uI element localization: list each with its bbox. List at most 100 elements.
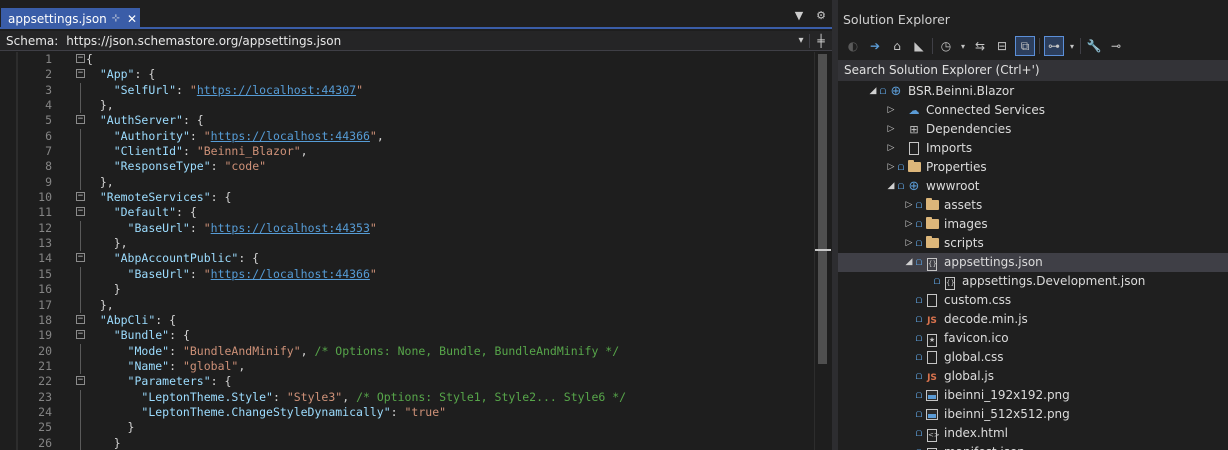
code-line[interactable]: 3 "SelfUrl": "https://localhost:44307"	[0, 82, 812, 99]
expanded-arrow-icon[interactable]: ◢	[868, 82, 878, 101]
tree-item-favicon-ico[interactable]: ᗝ ★ favicon.ico	[838, 329, 1228, 348]
schema-dropdown-icon[interactable]: ▾	[793, 35, 809, 46]
fold-toggle-icon[interactable]: −	[76, 330, 85, 340]
tree-item-wwwroot[interactable]: ◢ ᗝ ⊕ wwwroot	[838, 177, 1228, 196]
dropdown-icon[interactable]: ▾	[959, 37, 967, 55]
expanded-arrow-icon[interactable]: ◢	[886, 177, 896, 196]
code-line[interactable]: 23 "LeptonTheme.Style": "Style3", /* Opt…	[0, 389, 812, 405]
code-line[interactable]: 15 "BaseUrl": "https://localhost:44366"	[0, 266, 812, 283]
tree-item-label: Dependencies	[926, 122, 1012, 136]
collapsed-arrow-icon[interactable]: ▷	[886, 120, 896, 139]
code-line[interactable]: 2 − "App": {	[0, 67, 812, 82]
show-all-files-icon[interactable]: ⧉	[1015, 36, 1035, 56]
split-editor-icon[interactable]: ╪	[809, 33, 832, 48]
tree-item-connected-services[interactable]: ▷ ☁ Connected Services	[838, 101, 1228, 120]
tree-item-ibeinni-512x512-png[interactable]: ᗝ ibeinni_512x512.png	[838, 405, 1228, 424]
tree-item-imports[interactable]: ▷ Imports	[838, 139, 1228, 158]
line-number: 11	[38, 205, 52, 220]
code-line[interactable]: 22 − "Parameters": {	[0, 374, 812, 389]
tree-item-appsettings-json[interactable]: ◢ ᗝ{} appsettings.json	[838, 253, 1228, 272]
tree-item-assets[interactable]: ▷ ᗝ assets	[838, 196, 1228, 215]
back-icon[interactable]: ◐	[844, 37, 862, 55]
code-line[interactable]: 21 "Name": "global",	[0, 358, 812, 375]
properties-icon	[906, 158, 922, 177]
code-line[interactable]: 14 − "AbpAccountPublic": {	[0, 251, 812, 266]
fold-toggle-icon[interactable]: −	[76, 376, 85, 386]
fold-toggle-icon[interactable]: −	[76, 54, 85, 63]
collapsed-arrow-icon[interactable]: ▷	[886, 139, 896, 158]
code-line[interactable]: 20 "Mode": "BundleAndMinify", /* Options…	[0, 343, 812, 359]
scrollbar-thumb[interactable]	[818, 54, 827, 364]
tree-item-label: wwwroot	[926, 179, 980, 193]
tree-view-icon[interactable]: ⊶	[1044, 36, 1064, 56]
pin-icon[interactable]: ⊹	[108, 13, 124, 24]
code-line[interactable]: 9 },	[0, 174, 812, 191]
collapsed-arrow-icon[interactable]: ▷	[904, 234, 914, 253]
collapsed-arrow-icon[interactable]: ▷	[886, 158, 896, 177]
vs-icon[interactable]: ◣	[910, 37, 928, 55]
collapsed-arrow-icon[interactable]: ▷	[904, 215, 914, 234]
collapse-all-icon[interactable]: ⊟	[993, 37, 1011, 55]
schema-url-field[interactable]: https://json.schemastore.org/appsettings…	[58, 34, 793, 48]
code-line[interactable]: 4 },	[0, 98, 812, 114]
code-line[interactable]: 13 },	[0, 236, 812, 252]
code-line[interactable]: 12 "BaseUrl": "https://localhost:44353"	[0, 220, 812, 237]
fold-toggle-icon[interactable]: −	[76, 192, 85, 202]
code-line[interactable]: 6 "Authority": "https://localhost:44366"…	[0, 128, 812, 145]
vertical-scrollbar[interactable]	[814, 52, 831, 450]
code-line[interactable]: 8 "ResponseType": "code"	[0, 159, 812, 175]
chevron-down-icon[interactable]: ▼	[792, 9, 806, 22]
fold-toggle-icon[interactable]: −	[76, 207, 85, 217]
tab-appsettings-json[interactable]: appsettings.json ⊹ ✕	[1, 8, 140, 29]
dropdown-icon[interactable]: ▾	[1068, 37, 1076, 55]
tree-item-global-js[interactable]: ᗝ JS global.js	[838, 367, 1228, 386]
code-line[interactable]: 19 − "Bundle": {	[0, 328, 812, 343]
close-icon[interactable]: ✕	[124, 12, 140, 26]
forward-icon[interactable]: ➔	[866, 37, 884, 55]
fold-toggle-icon[interactable]: −	[76, 253, 85, 263]
lock-icon: ᗝ	[915, 372, 923, 381]
tree-item-bsr-beinni-blazor[interactable]: ◢ ᗝ ⊕ BSR.Beinni.Blazor	[838, 82, 1228, 101]
home-icon[interactable]: ⌂	[888, 37, 906, 55]
tree-item-index-html[interactable]: ᗝ <> index.html	[838, 424, 1228, 443]
tree-item-custom-css[interactable]: ᗝ custom.css	[838, 291, 1228, 310]
code-line[interactable]: 11 − "Default": {	[0, 205, 812, 220]
wrench-icon[interactable]: 🔧	[1085, 37, 1103, 55]
code-line[interactable]: 17 },	[0, 297, 812, 313]
code-line[interactable]: 18 − "AbpCli": {	[0, 313, 812, 328]
code-line[interactable]: 1 −{	[0, 52, 812, 67]
code-line[interactable]: 25 }	[0, 420, 812, 436]
gear-icon[interactable]: ⚙	[814, 9, 828, 22]
code-editor[interactable]: appsettings.json ⊹ ✕ ▼ ⚙ Schema: https:/…	[0, 0, 832, 450]
code-line[interactable]: 7 "ClientId": "Beinni_Blazor",	[0, 144, 812, 160]
tree-item-decode-min-js[interactable]: ᗝ JS decode.min.js	[838, 310, 1228, 329]
tree-item-scripts[interactable]: ▷ ᗝ scripts	[838, 234, 1228, 253]
tree-item-ibeinni-192x192-png[interactable]: ᗝ ibeinni_192x192.png	[838, 386, 1228, 405]
code-area[interactable]: 1−{2− "App": {3 "SelfUrl": "https://loca…	[0, 52, 812, 450]
code-line[interactable]: 26 }	[0, 435, 812, 450]
code-line[interactable]: 24 "LeptonTheme.ChangeStyleDynamically":…	[0, 404, 812, 421]
history-icon[interactable]: ◷	[937, 37, 955, 55]
code-line[interactable]: 16 }	[0, 282, 812, 298]
collapsed-arrow-icon[interactable]: ▷	[904, 196, 914, 215]
tree-item-images[interactable]: ▷ ᗝ images	[838, 215, 1228, 234]
preview-icon[interactable]: ⊸	[1107, 37, 1125, 55]
search-input[interactable]: Search Solution Explorer (Ctrl+')	[838, 60, 1228, 81]
tree-item-global-css[interactable]: ᗝ global.css	[838, 348, 1228, 367]
tree-item-dependencies[interactable]: ▷ ⊞ Dependencies	[838, 120, 1228, 139]
code-line[interactable]: 10 − "RemoteServices": {	[0, 190, 812, 205]
sync-icon[interactable]: ⇆	[971, 37, 989, 55]
fold-guide	[80, 128, 81, 145]
fold-toggle-icon[interactable]: −	[76, 314, 85, 324]
tree-item-manifest-json[interactable]: ᗝ{} manifest.json	[838, 443, 1228, 450]
line-number: 13	[38, 236, 52, 251]
collapsed-arrow-icon[interactable]: ▷	[886, 101, 896, 120]
fold-toggle-icon[interactable]: −	[76, 69, 85, 79]
tree-item-properties[interactable]: ▷ ᗝ Properties	[838, 158, 1228, 177]
image-file-icon	[924, 386, 940, 405]
expanded-arrow-icon[interactable]: ◢	[904, 253, 914, 272]
tree-item-appsettings-development-json[interactable]: ᗝ{} appsettings.Development.json	[838, 272, 1228, 291]
tree-item-label: decode.min.js	[944, 312, 1028, 326]
code-line[interactable]: 5 − "AuthServer": {	[0, 113, 812, 128]
fold-toggle-icon[interactable]: −	[76, 115, 85, 125]
